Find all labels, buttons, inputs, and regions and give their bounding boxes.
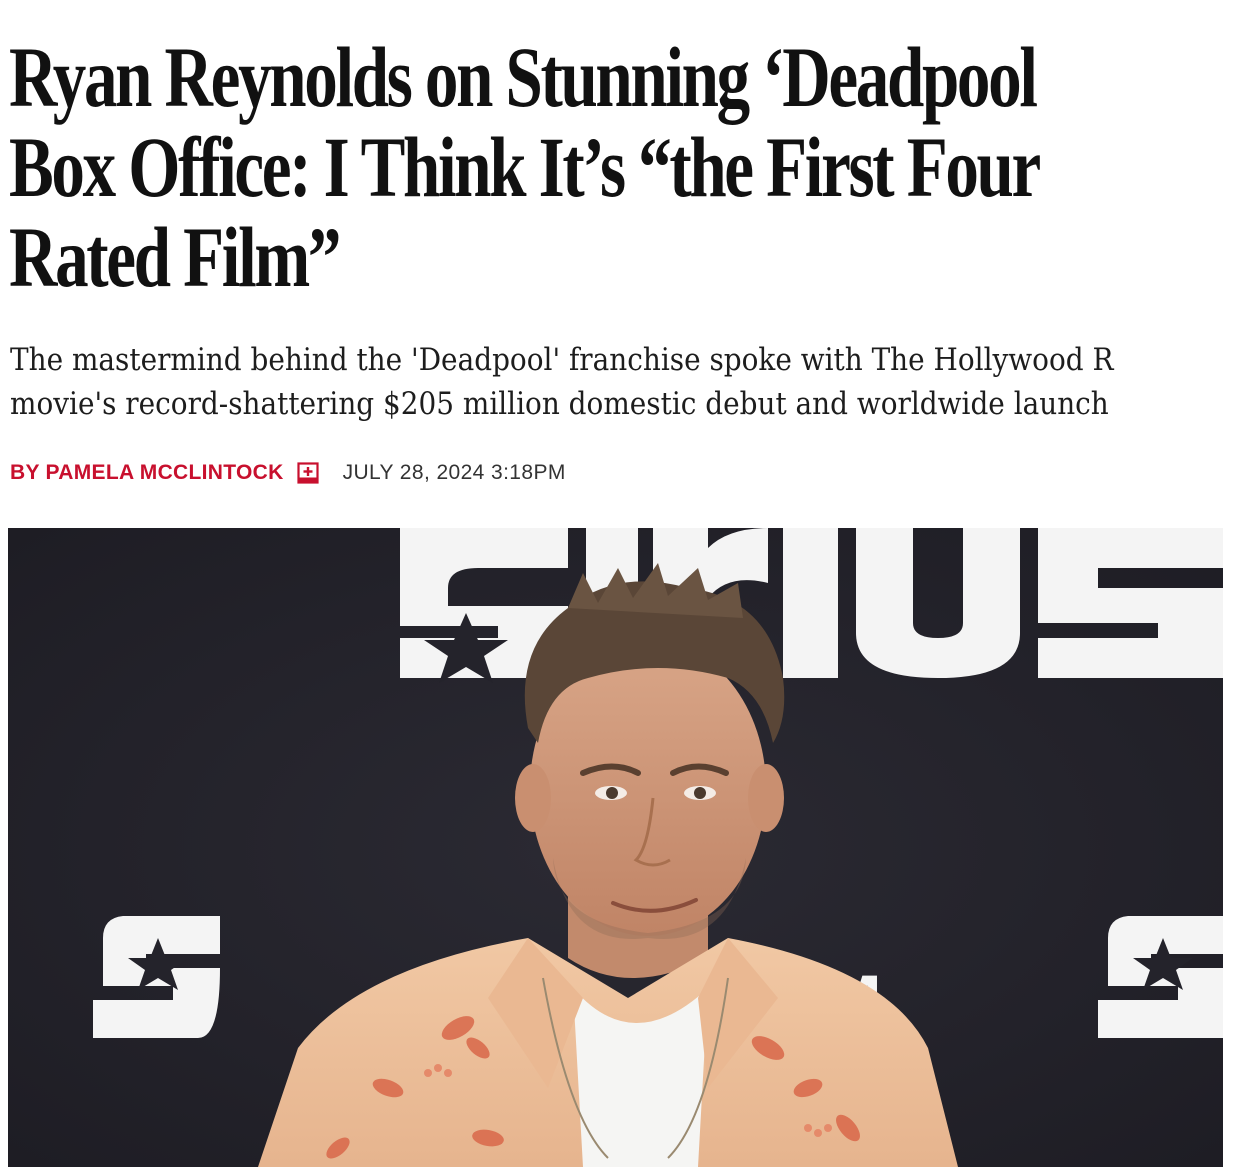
hero-image: XM <box>8 528 1223 1167</box>
headline: Ryan Reynolds on Stunning ‘Deadpool Box … <box>9 32 1041 302</box>
article: Ryan Reynolds on Stunning ‘Deadpool Box … <box>0 0 1242 1167</box>
dek: The mastermind behind the 'Deadpool' fra… <box>10 338 1113 426</box>
dek-container: The mastermind behind the 'Deadpool' fra… <box>0 330 1242 430</box>
headline-container: Ryan Reynolds on Stunning ‘Deadpool Box … <box>0 0 1242 310</box>
headline-line: Ryan Reynolds on Stunning ‘Deadpool <box>9 29 1038 125</box>
headline-line: Box Office: I Think It’s “the First Four <box>9 119 1041 215</box>
author-link[interactable]: By Pamela McClintock <box>10 461 284 485</box>
sirius-logo-right <box>1098 916 1223 1038</box>
publish-date: JULY 28, 2024 3:18PM <box>342 461 566 484</box>
dek-line: movie's record-shattering $205 million d… <box>10 386 1109 422</box>
headline-line: Rated Film” <box>9 209 341 305</box>
plus-box-icon[interactable] <box>296 462 319 484</box>
dek-line: The mastermind behind the 'Deadpool' fra… <box>10 342 1114 378</box>
byline: By Pamela McClintock JULY 28, 2024 3:18P… <box>10 458 566 488</box>
hero-photo-illustration: XM <box>8 528 1223 1167</box>
sirius-logo-left <box>93 916 220 1038</box>
